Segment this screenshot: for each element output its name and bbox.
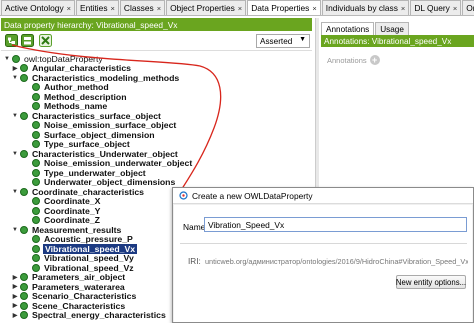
data-property-icon <box>12 54 20 63</box>
expand-down-icon[interactable]: ▼ <box>11 75 19 81</box>
tab-object-properties[interactable]: Object Properties × <box>166 0 247 15</box>
expand-right-icon[interactable]: ▶ <box>11 312 19 319</box>
data-property-icon <box>20 282 28 291</box>
tab-dl-query[interactable]: DL Query × <box>410 0 462 15</box>
expand-right-icon[interactable]: ▶ <box>11 302 19 309</box>
data-property-icon <box>20 225 28 234</box>
annotations-row-label: Annotations <box>327 55 367 65</box>
tab-classes[interactable]: Classes × <box>119 0 166 15</box>
data-property-icon <box>20 149 28 158</box>
close-icon[interactable]: × <box>238 4 242 13</box>
dialog-divider <box>180 243 467 244</box>
dialog-title-bar: Create a new OWLDataProperty <box>173 188 473 204</box>
chevron-down-icon: ▼ <box>299 36 306 43</box>
data-property-icon <box>32 92 40 101</box>
protege-app-icon <box>179 191 188 200</box>
tab-bar: Active Ontology × Entities × Classes × Object … <box>0 0 474 16</box>
data-property-icon <box>32 178 40 186</box>
data-property-icon <box>32 102 40 110</box>
tab-label: DL Query <box>414 3 450 13</box>
annotations-row: Annotations + <box>327 54 380 66</box>
data-property-icon <box>32 168 40 177</box>
name-input-value: Vibration_Speed_Vx <box>208 219 285 230</box>
annotations-tab-bar: Annotations Usage <box>321 20 410 35</box>
tab-label: OntoGraf <box>466 3 474 13</box>
data-property-icon <box>32 83 40 91</box>
data-property-icon <box>20 111 28 120</box>
tab-ontograf[interactable]: OntoGraf× <box>462 0 474 15</box>
tab-label: Active Ontology <box>5 3 64 13</box>
tab-individuals-by-class[interactable]: Individuals by class × <box>321 0 410 15</box>
data-property-icon <box>32 140 40 148</box>
data-property-icon <box>20 187 28 196</box>
annotations-header-title: Annotations: Vibrational_speed_Vx <box>324 36 452 46</box>
tree-node-label: Spectral_energy_characteristics <box>32 310 166 320</box>
iri-value: unticweb.org/администратор/ontologies/20… <box>205 257 468 266</box>
data-property-icon <box>32 235 40 243</box>
delete-property-icon[interactable] <box>39 34 52 47</box>
data-property-icon <box>20 311 28 319</box>
tab-label: Entities <box>80 3 108 13</box>
expand-down-icon[interactable]: ▼ <box>11 113 19 119</box>
close-icon[interactable]: × <box>453 4 457 13</box>
expand-down-icon[interactable]: ▼ <box>3 56 11 62</box>
add-sub-property-icon[interactable] <box>5 34 18 47</box>
data-property-icon <box>20 73 28 82</box>
tab-label: Individuals by class <box>325 3 398 13</box>
expand-right-icon[interactable]: ▶ <box>11 274 19 281</box>
new-entity-options-button[interactable]: New entity options... <box>396 275 466 289</box>
tab-label: Object Properties <box>170 3 235 13</box>
data-property-icon <box>32 159 40 167</box>
hierarchy-header-title: Data property hierarchy: Vibrational_spe… <box>4 19 178 30</box>
tab-entities[interactable]: Entities × <box>76 0 119 15</box>
data-property-icon <box>32 263 40 272</box>
tab-annotations[interactable]: Annotations <box>321 22 375 35</box>
hierarchy-header: Data property hierarchy: Vibrational_spe… <box>1 18 312 31</box>
data-property-icon <box>32 197 40 205</box>
expand-down-icon[interactable]: ▼ <box>11 151 19 157</box>
expand-right-icon[interactable]: ▶ <box>11 293 19 300</box>
data-property-icon <box>20 292 28 300</box>
hierarchy-toolbar: Asserted ▼ <box>1 31 312 51</box>
close-icon[interactable]: × <box>67 4 71 13</box>
add-annotation-icon[interactable]: + <box>369 55 380 65</box>
data-property-icon <box>20 301 28 310</box>
close-icon[interactable]: × <box>312 4 316 13</box>
expand-right-icon[interactable]: ▶ <box>11 65 19 72</box>
dialog-title: Create a new OWLDataProperty <box>192 190 313 201</box>
name-input[interactable]: Vibration_Speed_Vx <box>204 217 467 232</box>
create-data-property-dialog: Create a new OWLDataProperty Name: Vibra… <box>172 187 474 323</box>
expand-down-icon[interactable]: ▼ <box>11 189 19 195</box>
tab-label: Data Properties <box>251 3 310 13</box>
view-mode-value: Asserted <box>260 36 293 46</box>
view-mode-select[interactable]: Asserted ▼ <box>256 34 310 48</box>
tab-data-properties[interactable]: Data Properties × <box>247 0 321 15</box>
tree-node[interactable]: ▶ Spectral_energy_characteristics <box>11 310 167 321</box>
tab-label: Classes <box>123 3 154 13</box>
expand-down-icon[interactable]: ▼ <box>11 227 19 233</box>
data-property-icon <box>20 273 28 281</box>
dialog-body: Name: Vibration_Speed_Vx IRI: unticweb.o… <box>174 205 472 322</box>
add-sibling-property-icon[interactable] <box>21 34 34 47</box>
tab-usage[interactable]: Usage <box>375 22 409 35</box>
data-property-icon <box>32 254 40 262</box>
close-icon[interactable]: × <box>111 4 115 13</box>
close-icon[interactable]: × <box>157 4 161 13</box>
data-property-icon <box>32 121 40 129</box>
annotations-header: Annotations: Vibrational_speed_Vx <box>321 35 474 47</box>
data-property-icon <box>32 130 40 139</box>
close-icon[interactable]: × <box>401 4 405 13</box>
data-property-icon <box>32 216 40 224</box>
data-property-icon <box>32 244 40 253</box>
iri-label: IRI: <box>188 257 201 266</box>
tab-active-ontology[interactable]: Active Ontology × <box>1 0 76 15</box>
data-property-icon <box>20 64 28 72</box>
expand-right-icon[interactable]: ▶ <box>11 283 19 290</box>
data-property-icon <box>32 206 40 215</box>
